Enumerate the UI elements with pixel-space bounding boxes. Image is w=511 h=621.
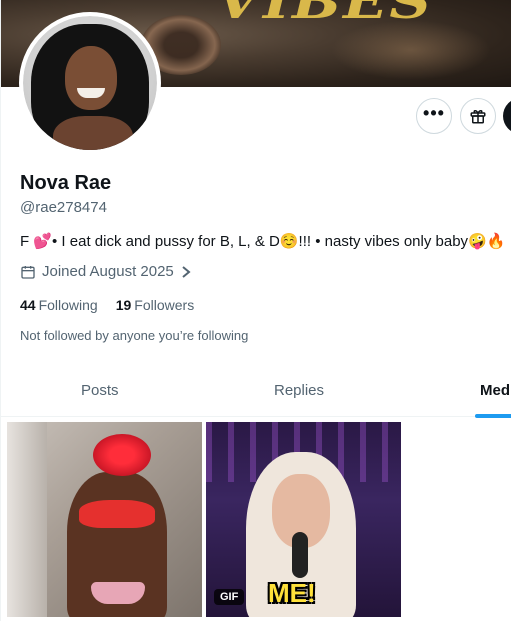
gift-icon — [470, 110, 486, 124]
not-followed-note: Not followed by anyone you’re following — [20, 328, 249, 343]
followers-link[interactable]: 19 Followers — [116, 297, 194, 313]
profile-name: Nova Rae — [20, 172, 112, 194]
media-thumbnail[interactable] — [7, 422, 202, 617]
following-link[interactable]: 44 Following — [20, 297, 98, 313]
active-tab-indicator — [475, 414, 511, 418]
more-options-button[interactable]: ••• — [416, 98, 452, 134]
profile-handle: @rae278474 — [20, 199, 107, 216]
follow-stats: 44 Following 19 Followers — [20, 297, 194, 313]
lips-sticker-icon — [93, 434, 151, 476]
tab-media[interactable]: Med — [480, 382, 510, 399]
avatar[interactable] — [19, 12, 161, 154]
joined-date[interactable]: Joined August 2025 — [20, 263, 192, 280]
calendar-icon — [21, 265, 35, 279]
joined-text: Joined August 2025 — [42, 263, 174, 280]
follow-button[interactable] — [503, 98, 511, 134]
tab-replies[interactable]: Replies — [274, 382, 324, 399]
gif-badge: GIF — [214, 589, 245, 605]
banner-text: VIBES — [216, 0, 434, 30]
profile-page: VIBES ••• Nova Rae @rae278474 F 💕• I eat… — [0, 0, 511, 621]
chevron-right-icon — [182, 265, 191, 278]
profile-tabs: Posts Replies Med — [1, 362, 511, 418]
gif-caption: ME! — [268, 578, 316, 608]
tab-posts[interactable]: Posts — [81, 382, 119, 399]
microphone-icon — [292, 532, 308, 578]
more-horizontal-icon: ••• — [423, 103, 445, 123]
media-thumbnail-gif[interactable]: ME! GIF — [206, 422, 401, 617]
gift-button[interactable] — [460, 98, 496, 134]
profile-bio: F 💕• I eat dick and pussy for B, L, & D☺… — [20, 233, 506, 250]
